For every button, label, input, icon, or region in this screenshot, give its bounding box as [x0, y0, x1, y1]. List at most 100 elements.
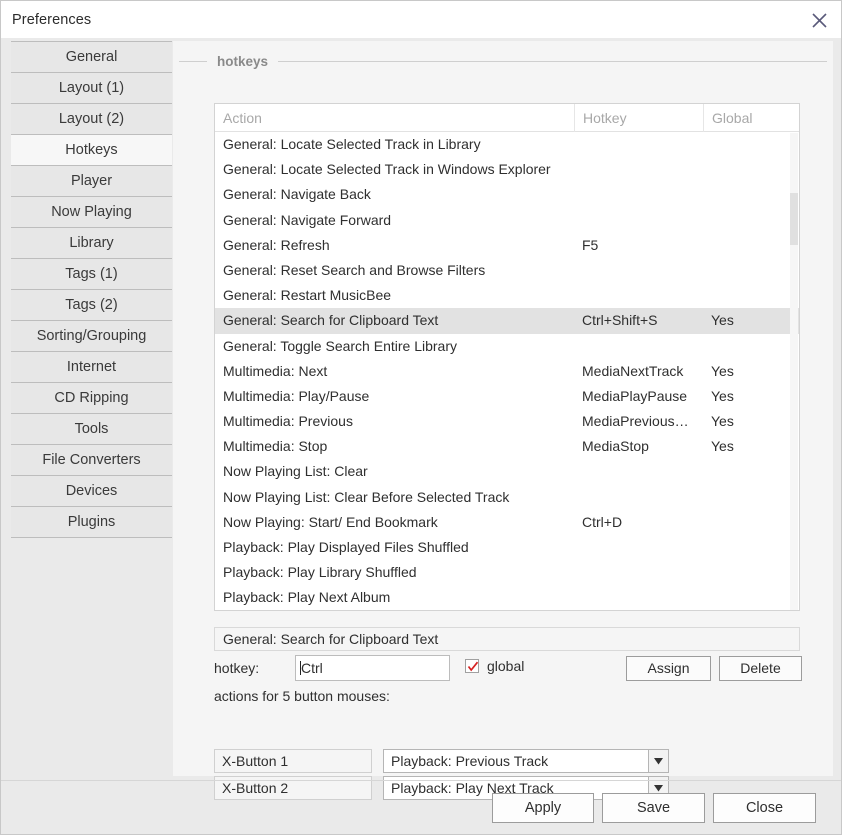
- cell-action: Now Playing List: Clear Before Selected …: [223, 488, 510, 505]
- cell-hotkey: MediaPlayPause: [582, 387, 688, 404]
- close-button[interactable]: Close: [713, 793, 816, 823]
- table-row[interactable]: Multimedia: Play/Pause MediaPlayPause Yes: [215, 384, 799, 409]
- sidebar-item-file-converters[interactable]: File Converters: [11, 445, 172, 476]
- table-row[interactable]: Multimedia: Previous MediaPrevious… Yes: [215, 409, 799, 434]
- cell-action: General: Search for Clipboard Text: [223, 312, 439, 329]
- hotkey-input[interactable]: Ctrl: [295, 655, 450, 681]
- sidebar-item-devices[interactable]: Devices: [11, 476, 172, 507]
- section-title: hotkeys: [217, 53, 269, 69]
- cell-global: [711, 208, 795, 233]
- sidebar-item-library[interactable]: Library: [11, 228, 172, 259]
- table-scrollbar-thumb[interactable]: [790, 193, 798, 245]
- sidebar-item-label: Layout (2): [58, 111, 125, 127]
- column-header-hotkey[interactable]: Hotkey: [574, 104, 703, 132]
- table-row[interactable]: General: Search for Clipboard Text Ctrl+S…: [215, 308, 799, 334]
- cell-action: General: Restart MusicBee: [223, 287, 392, 304]
- global-checkbox-row[interactable]: global: [465, 658, 524, 674]
- sidebar-item-hotkeys[interactable]: Hotkeys: [11, 135, 172, 166]
- hotkey-label: hotkey:: [214, 660, 260, 676]
- table-row[interactable]: Playback: Play Next Album: [215, 585, 799, 610]
- sidebar-item-now-playing[interactable]: Now Playing: [11, 197, 172, 228]
- cell-global: Yes: [711, 438, 734, 455]
- delete-button[interactable]: Delete: [719, 656, 802, 681]
- cell-global: Yes: [711, 312, 734, 329]
- cell-action: Now Playing List: Clear: [223, 463, 368, 480]
- table-row[interactable]: Multimedia: Stop MediaStop Yes: [215, 434, 799, 459]
- global-checkbox[interactable]: [465, 659, 479, 673]
- sidebar-item-label: General: [65, 49, 118, 65]
- sidebar-item-layout-2[interactable]: Layout (2): [11, 104, 172, 135]
- sidebar-item-sorting-grouping[interactable]: Sorting/Grouping: [11, 321, 172, 352]
- cell-hotkey: [582, 585, 702, 610]
- cell-global: [711, 485, 795, 510]
- table-row[interactable]: General: Refresh F5: [215, 233, 799, 258]
- cell-hotkey: [582, 535, 702, 560]
- save-button[interactable]: Save: [602, 793, 705, 823]
- cell-action: General: Navigate Forward: [223, 211, 392, 228]
- table-scrollbar[interactable]: [790, 133, 798, 610]
- x-button-1-value: Playback: Previous Track: [391, 753, 549, 769]
- window-title: Preferences: [12, 12, 92, 28]
- mouse-actions-label: actions for 5 button mouses:: [214, 688, 390, 704]
- cell-action: General: Toggle Search Entire Library: [223, 337, 457, 354]
- cell-hotkey: [582, 283, 702, 308]
- sidebar-item-plugins[interactable]: Plugins: [11, 507, 172, 538]
- sidebar-item-label: CD Ripping: [54, 390, 129, 406]
- sidebar-item-label: Library: [69, 235, 114, 251]
- table-row[interactable]: Playback: Play Displayed Files Shuffled: [215, 535, 799, 560]
- x-button-1-dropdown[interactable]: Playback: Previous Track: [383, 749, 669, 773]
- sidebar-item-label: Layout (1): [58, 80, 125, 96]
- global-checkbox-label: global: [487, 658, 525, 674]
- table-row[interactable]: General: Locate Selected Track in Window…: [215, 157, 799, 182]
- table-row[interactable]: General: Navigate Back: [215, 182, 799, 207]
- cell-global: [711, 535, 795, 560]
- table-header-row: Action Hotkey Global: [215, 104, 799, 132]
- close-icon: [811, 12, 827, 28]
- sidebar-item-label: Devices: [65, 483, 118, 499]
- assign-button[interactable]: Assign: [626, 656, 711, 681]
- table-row[interactable]: General: Reset Search and Browse Filters: [215, 258, 799, 283]
- sidebar-item-tags-1[interactable]: Tags (1): [11, 259, 172, 290]
- apply-button[interactable]: Apply: [492, 793, 594, 823]
- table-row[interactable]: Playback: Play Library Shuffled: [215, 560, 799, 585]
- sidebar-item-general[interactable]: General: [11, 42, 172, 73]
- table-body: General: Locate Selected Track in Librar…: [215, 132, 799, 610]
- table-row[interactable]: General: Locate Selected Track in Librar…: [215, 132, 799, 157]
- chevron-down-icon[interactable]: [648, 750, 668, 772]
- preferences-sidebar: General Layout (1) Layout (2) Hotkeys Player…: [11, 41, 172, 538]
- cell-action: General: Locate Selected Track in Window…: [223, 161, 551, 178]
- sidebar-item-internet[interactable]: Internet: [11, 352, 172, 383]
- sidebar-item-label: File Converters: [42, 452, 141, 468]
- footer-divider: [1, 780, 841, 781]
- cell-hotkey: [582, 208, 702, 233]
- cell-global: Yes: [711, 387, 734, 404]
- sidebar-item-cd-ripping[interactable]: CD Ripping: [11, 383, 172, 414]
- cell-global: [711, 182, 795, 207]
- cell-global: [711, 157, 795, 182]
- sidebar-item-label: Tools: [74, 421, 109, 437]
- cell-global: [711, 560, 795, 585]
- table-row[interactable]: Now Playing: Start/ End Bookmark Ctrl+D: [215, 510, 799, 535]
- cell-hotkey: [582, 157, 702, 182]
- cell-global: Yes: [711, 413, 734, 430]
- sidebar-item-label: Tags (1): [65, 266, 118, 282]
- cell-action: Playback: Play Library Shuffled: [223, 564, 417, 581]
- sidebar-item-tags-2[interactable]: Tags (2): [11, 290, 172, 321]
- table-row[interactable]: Now Playing List: Clear: [215, 459, 799, 484]
- cell-global: [711, 585, 795, 610]
- table-row[interactable]: Multimedia: Next MediaNextTrack Yes: [215, 359, 799, 384]
- table-row[interactable]: General: Toggle Search Entire Library: [215, 334, 799, 359]
- cell-action: Playback: Play Displayed Files Shuffled: [223, 539, 469, 555]
- cell-global: [711, 459, 795, 484]
- table-row[interactable]: General: Navigate Forward: [215, 208, 799, 233]
- table-row[interactable]: Now Playing List: Clear Before Selected …: [215, 485, 799, 510]
- sidebar-item-player[interactable]: Player: [11, 166, 172, 197]
- sidebar-item-label: Sorting/Grouping: [36, 328, 147, 344]
- sidebar-item-tools[interactable]: Tools: [11, 414, 172, 445]
- column-header-action[interactable]: Action: [215, 104, 574, 132]
- table-row[interactable]: General: Restart MusicBee: [215, 283, 799, 308]
- sidebar-item-layout-1[interactable]: Layout (1): [11, 73, 172, 104]
- column-header-global[interactable]: Global: [703, 104, 799, 132]
- close-window-button[interactable]: [805, 7, 833, 33]
- cell-action: Multimedia: Previous: [223, 413, 353, 430]
